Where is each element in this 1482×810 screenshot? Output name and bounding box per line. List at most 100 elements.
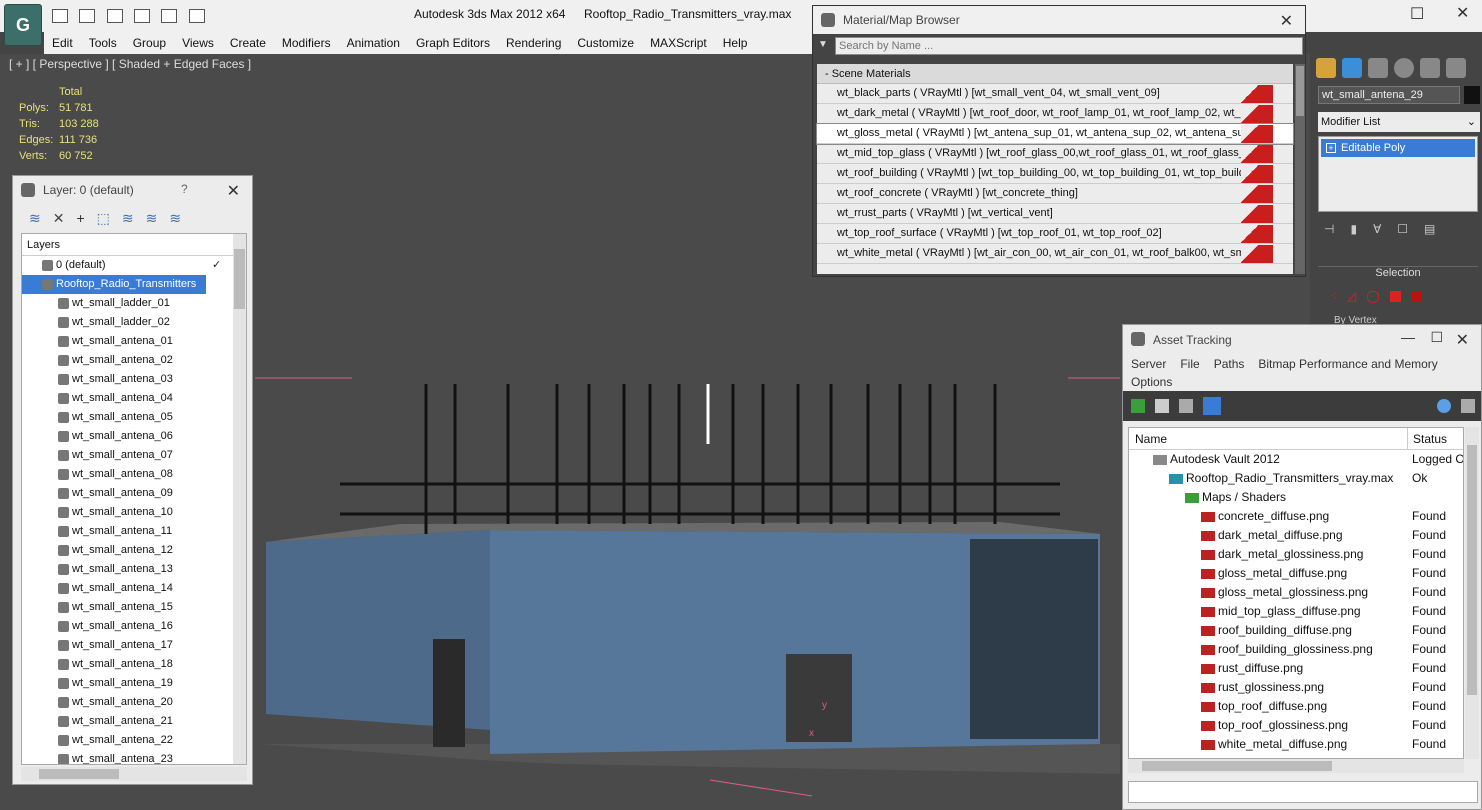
layer-row[interactable]: wt_small_antena_08 bbox=[22, 465, 246, 484]
utilities-tab-icon[interactable] bbox=[1446, 58, 1466, 78]
layer-row[interactable]: 0 (default) ✓ bbox=[22, 256, 246, 275]
asset-row[interactable]: gloss_metal_glossiness.png Found bbox=[1129, 583, 1463, 602]
motion-tab-icon[interactable] bbox=[1394, 58, 1414, 78]
settings-icon[interactable] bbox=[1461, 399, 1475, 413]
material-row[interactable]: wt_mid_top_glass ( VRayMtl ) [wt_roof_gl… bbox=[817, 144, 1293, 164]
redo-icon[interactable] bbox=[134, 9, 151, 23]
list-view-icon[interactable] bbox=[1155, 399, 1169, 413]
menu-maxscript[interactable]: MAXScript bbox=[642, 36, 715, 50]
layer-vertical-scrollbar[interactable] bbox=[233, 234, 246, 764]
asset-row[interactable]: white_metal_diffuse.png Found bbox=[1129, 735, 1463, 754]
hide-all-icon[interactable]: ≋ bbox=[146, 210, 158, 227]
asset-menu-bitmap[interactable]: Bitmap Performance and Memory bbox=[1258, 355, 1437, 373]
close-icon[interactable]: ✕ bbox=[1280, 11, 1293, 31]
asset-row[interactable]: mid_top_glass_diffuse.png Found bbox=[1129, 602, 1463, 621]
thumbnail-view-icon[interactable] bbox=[1179, 399, 1193, 413]
open-icon[interactable] bbox=[52, 9, 68, 23]
layer-row[interactable]: wt_small_antena_17 bbox=[22, 636, 246, 655]
menu-group[interactable]: Group bbox=[125, 36, 174, 50]
save-icon[interactable] bbox=[79, 9, 96, 23]
modify-tab-icon[interactable] bbox=[1342, 58, 1362, 78]
layer-row[interactable]: wt_small_antena_09 bbox=[22, 484, 246, 503]
element-icon[interactable] bbox=[1410, 291, 1422, 302]
maximize-icon[interactable]: ☐ bbox=[1430, 329, 1443, 346]
polygon-icon[interactable] bbox=[1389, 291, 1401, 302]
close-icon[interactable]: ✕ bbox=[1456, 330, 1469, 350]
layer-row[interactable]: wt_small_antena_11 bbox=[22, 522, 246, 541]
material-row[interactable]: wt_roof_building ( VRayMtl ) [wt_top_bui… bbox=[817, 164, 1293, 184]
expand-icon[interactable]: + bbox=[1326, 143, 1336, 153]
material-row[interactable]: wt_white_metal ( VRayMtl ) [wt_air_con_0… bbox=[817, 244, 1293, 264]
material-row[interactable]: wt_gloss_metal ( VRayMtl ) [wt_antena_su… bbox=[816, 123, 1294, 145]
asset-horizontal-scrollbar[interactable] bbox=[1128, 759, 1464, 773]
layer-row[interactable]: wt_small_antena_23 bbox=[22, 750, 246, 764]
add-to-layer-icon[interactable]: + bbox=[76, 210, 84, 226]
freeze-all-icon[interactable]: ≋ bbox=[169, 210, 181, 227]
col-name[interactable]: Name bbox=[1129, 432, 1167, 446]
layer-row[interactable]: wt_small_antena_07 bbox=[22, 446, 246, 465]
menu-modifiers[interactable]: Modifiers bbox=[274, 36, 339, 50]
layer-row[interactable]: wt_small_antena_06 bbox=[22, 427, 246, 446]
layer-row[interactable]: wt_small_antena_01 bbox=[22, 332, 246, 351]
menu-rendering[interactable]: Rendering bbox=[498, 36, 569, 50]
menu-tools[interactable]: Tools bbox=[81, 36, 125, 50]
object-color-swatch[interactable] bbox=[1464, 86, 1480, 104]
menu-edit[interactable]: Edit bbox=[44, 36, 81, 50]
hierarchy-tab-icon[interactable] bbox=[1368, 58, 1388, 78]
asset-menu-server[interactable]: Server bbox=[1131, 355, 1166, 373]
asset-row[interactable]: concrete_diffuse.png Found bbox=[1129, 507, 1463, 526]
scene-materials-header[interactable]: - Scene Materials bbox=[817, 64, 1293, 84]
refresh-icon[interactable] bbox=[1131, 399, 1145, 413]
close-icon[interactable]: ✕ bbox=[1456, 3, 1469, 23]
maximize-icon[interactable]: ☐ bbox=[1410, 4, 1424, 24]
layer-row[interactable]: wt_small_antena_03 bbox=[22, 370, 246, 389]
selection-rollout-header[interactable]: Selection bbox=[1318, 266, 1478, 282]
asset-row[interactable]: dark_metal_diffuse.png Found bbox=[1129, 526, 1463, 545]
layer-row[interactable]: wt_small_antena_15 bbox=[22, 598, 246, 617]
minimize-icon[interactable]: — bbox=[1401, 329, 1415, 345]
material-row[interactable]: wt_rrust_parts ( VRayMtl ) [wt_vertical_… bbox=[817, 204, 1293, 224]
menu-customize[interactable]: Customize bbox=[569, 36, 642, 50]
help-icon[interactable] bbox=[1437, 399, 1451, 413]
asset-row[interactable]: roof_building_diffuse.png Found bbox=[1129, 621, 1463, 640]
layer-panel-titlebar[interactable]: Layer: 0 (default) ? ✕ bbox=[13, 176, 252, 204]
layer-row[interactable]: wt_small_antena_02 bbox=[22, 351, 246, 370]
display-tab-icon[interactable] bbox=[1420, 58, 1440, 78]
layer-row[interactable]: wt_small_antena_21 bbox=[22, 712, 246, 731]
material-row[interactable]: wt_roof_concrete ( VRayMtl ) [wt_concret… bbox=[817, 184, 1293, 204]
asset-row[interactable]: top_roof_diffuse.png Found bbox=[1129, 697, 1463, 716]
table-view-icon[interactable] bbox=[1203, 397, 1221, 415]
asset-path-field[interactable] bbox=[1128, 781, 1478, 803]
fetch-icon[interactable] bbox=[188, 9, 205, 23]
col-status[interactable]: Status bbox=[1407, 428, 1447, 450]
asset-row[interactable]: rust_diffuse.png Found bbox=[1129, 659, 1463, 678]
configure-sets-icon[interactable]: ▤ bbox=[1424, 222, 1435, 236]
menu-options[interactable]: Options bbox=[1123, 373, 1481, 391]
delete-layer-icon[interactable]: ✕ bbox=[53, 210, 65, 227]
close-icon[interactable]: ✕ bbox=[227, 181, 240, 201]
layer-row[interactable]: wt_small_antena_20 bbox=[22, 693, 246, 712]
material-row[interactable]: wt_top_roof_surface ( VRayMtl ) [wt_top_… bbox=[817, 224, 1293, 244]
layer-row[interactable]: Rooftop_Radio_Transmitters bbox=[22, 275, 206, 294]
layer-row[interactable]: wt_small_antena_12 bbox=[22, 541, 246, 560]
layer-row[interactable]: wt_small_antena_10 bbox=[22, 503, 246, 522]
layer-row[interactable]: wt_small_antena_19 bbox=[22, 674, 246, 693]
pin-stack-icon[interactable]: ⊣ bbox=[1324, 222, 1334, 236]
asset-tracking-titlebar[interactable]: Asset Tracking — ☐ ✕ bbox=[1123, 325, 1481, 355]
asset-menu-file[interactable]: File bbox=[1180, 355, 1199, 373]
asset-row[interactable]: rust_glossiness.png Found bbox=[1129, 678, 1463, 697]
object-name-field[interactable] bbox=[1318, 86, 1460, 104]
layer-row[interactable]: wt_small_antena_14 bbox=[22, 579, 246, 598]
layer-row[interactable]: wt_small_antena_22 bbox=[22, 731, 246, 750]
asset-row[interactable]: Rooftop_Radio_Transmitters_vray.max Ok bbox=[1129, 469, 1463, 488]
material-row[interactable]: wt_black_parts ( VRayMtl ) [wt_small_ven… bbox=[817, 84, 1293, 104]
asset-row[interactable]: top_roof_glossiness.png Found bbox=[1129, 716, 1463, 735]
layer-row[interactable]: wt_small_antena_05 bbox=[22, 408, 246, 427]
layer-row[interactable]: wt_small_antena_13 bbox=[22, 560, 246, 579]
create-tab-icon[interactable] bbox=[1316, 58, 1336, 78]
layer-row[interactable]: wt_small_antena_16 bbox=[22, 617, 246, 636]
make-unique-icon[interactable]: ∀ bbox=[1373, 222, 1381, 236]
viewport-label[interactable]: [ + ] [ Perspective ] [ Shaded + Edged F… bbox=[9, 57, 251, 71]
asset-row[interactable]: Maps / Shaders bbox=[1129, 488, 1463, 507]
new-layer-icon[interactable]: ≋ bbox=[29, 210, 41, 227]
